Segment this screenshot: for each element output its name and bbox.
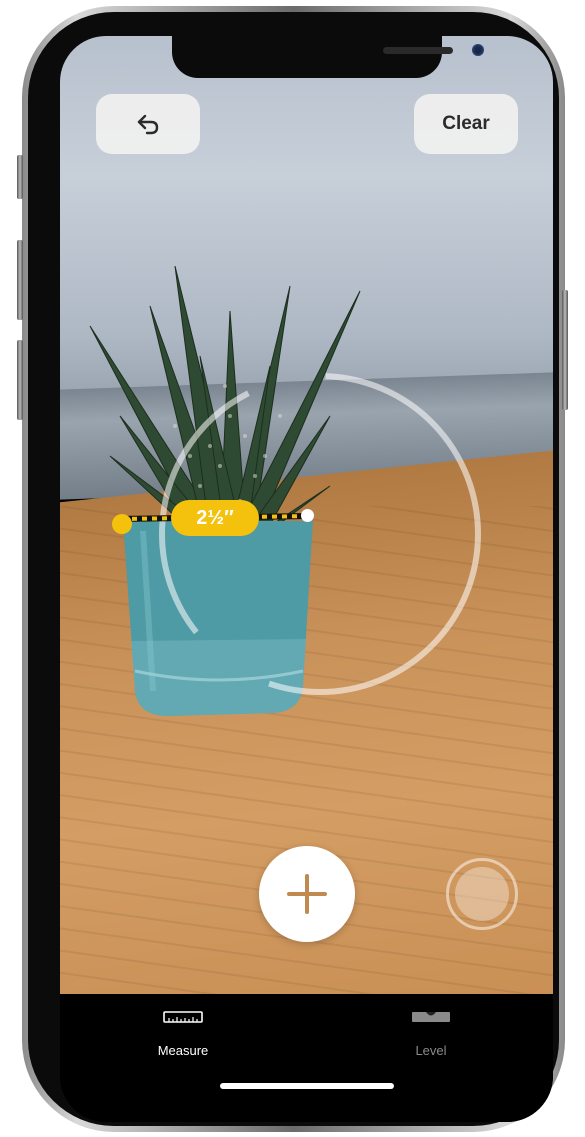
tab-level-label: Level: [415, 1043, 447, 1058]
tab-measure-label: Measure: [157, 1043, 209, 1058]
camera-view[interactable]: 2½″ Clear: [60, 36, 553, 994]
measurement-label[interactable]: 2½″: [171, 500, 259, 536]
tab-bar: Measure Level: [60, 994, 553, 1122]
volume-up-button: [17, 240, 23, 320]
ruler-icon: [163, 1011, 203, 1023]
power-button: [562, 290, 568, 410]
volume-down-button: [17, 340, 23, 420]
undo-button[interactable]: [96, 94, 200, 154]
home-indicator[interactable]: [220, 1083, 394, 1089]
tab-measure[interactable]: Measure: [128, 1010, 238, 1058]
undo-arrow-icon: [137, 114, 159, 135]
capture-button[interactable]: [446, 858, 518, 930]
earpiece-speaker: [383, 47, 453, 54]
mute-switch: [17, 155, 23, 199]
plus-icon: [287, 874, 327, 914]
clear-button[interactable]: Clear: [414, 94, 518, 154]
measurement-end-point[interactable]: [301, 509, 314, 522]
notch: [172, 36, 484, 78]
screen: 2½″ Clear Measure Level: [60, 36, 553, 1122]
measurement-start-point[interactable]: [112, 514, 132, 534]
shutter-icon: [455, 867, 509, 921]
focus-reticle: [159, 373, 481, 695]
add-point-button[interactable]: [259, 846, 355, 942]
front-camera: [472, 44, 484, 56]
tab-level[interactable]: Level: [376, 1010, 486, 1058]
level-icon: [412, 1012, 450, 1022]
